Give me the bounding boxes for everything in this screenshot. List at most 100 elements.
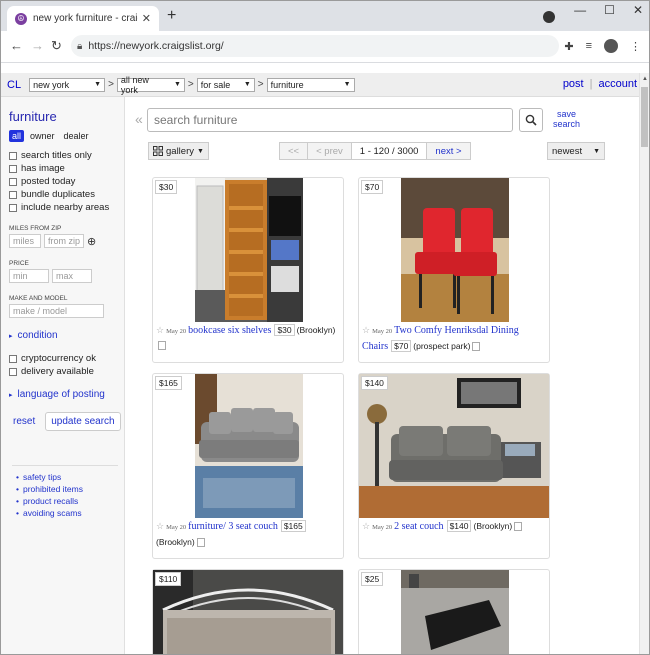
listing-card[interactable]: $70 ☆ May 20 Two Comfy Henriksdal Dining C… bbox=[358, 177, 550, 363]
profile-icon[interactable] bbox=[604, 39, 618, 53]
reload-icon[interactable]: ↻ bbox=[51, 39, 62, 53]
distance-row: miles from zip ⊕ bbox=[9, 234, 124, 248]
seller-owner[interactable]: owner bbox=[27, 130, 58, 142]
chevron-down-icon: ▼ bbox=[343, 81, 351, 88]
safety-tips-link[interactable]: safety tips bbox=[16, 471, 118, 483]
listing-title[interactable]: furniture/ 3 seat couch bbox=[188, 521, 278, 532]
scrollbar-thumb[interactable] bbox=[641, 87, 648, 147]
nearby-areas-checkbox[interactable]: include nearby areas bbox=[9, 202, 124, 213]
product-recalls-link[interactable]: product recalls bbox=[16, 495, 118, 507]
tab-search-icon[interactable] bbox=[543, 11, 555, 23]
favorite-star-icon[interactable]: ☆ bbox=[362, 325, 370, 335]
forward-icon[interactable]: → bbox=[31, 39, 44, 53]
save-search-button[interactable]: save search bbox=[553, 109, 580, 129]
extensions-icon[interactable]: ✚ bbox=[564, 40, 573, 53]
sort-select[interactable]: newest ▼ bbox=[547, 142, 605, 160]
hide-listing-icon[interactable] bbox=[472, 341, 481, 351]
search-titles-checkbox[interactable]: search titles only bbox=[9, 150, 124, 161]
scroll-up-icon[interactable]: ▲ bbox=[642, 76, 648, 82]
lock-icon[interactable]: 🔒︎ bbox=[77, 41, 82, 52]
section-select[interactable]: for sale ▼ bbox=[196, 77, 255, 92]
listing-card[interactable]: $140 ☆ May 20 2 seat couch $140 (Brooklyn) bbox=[358, 373, 550, 559]
bundle-duplicates-checkbox[interactable]: bundle duplicates bbox=[9, 189, 124, 200]
bookcase-photo bbox=[195, 178, 303, 322]
reset-button[interactable]: reset bbox=[13, 416, 35, 427]
page-scrollbar[interactable]: ▲ bbox=[639, 73, 649, 654]
listing-card[interactable]: $30 ☆ May 20 bookcase six shelves $30 (Brook… bbox=[152, 177, 344, 363]
listing-title[interactable]: bookcase six shelves bbox=[188, 325, 271, 336]
listing-photo[interactable] bbox=[153, 570, 343, 654]
hide-listing-icon[interactable] bbox=[158, 340, 166, 350]
condition-label: condition bbox=[17, 330, 58, 341]
has-image-checkbox[interactable]: has image bbox=[9, 163, 124, 174]
favorite-star-icon[interactable]: ☆ bbox=[362, 521, 370, 531]
checkbox-label: bundle duplicates bbox=[21, 189, 95, 200]
checkbox-box[interactable] bbox=[9, 164, 17, 173]
hide-listing-icon[interactable] bbox=[196, 537, 205, 547]
search-button[interactable] bbox=[519, 108, 543, 132]
min-price-input[interactable]: min bbox=[9, 269, 49, 283]
posted-today-checkbox[interactable]: posted today bbox=[9, 176, 124, 187]
miles-input[interactable]: miles bbox=[9, 234, 41, 248]
condition-toggle[interactable]: ▸ condition bbox=[9, 330, 124, 341]
caret-right-icon: ▸ bbox=[9, 332, 13, 340]
listing-photo[interactable] bbox=[401, 570, 509, 654]
make-model-input[interactable]: make / model bbox=[9, 304, 104, 318]
listing-photo[interactable] bbox=[359, 374, 549, 518]
crypto-checkbox[interactable]: cryptocurrency ok bbox=[9, 353, 124, 364]
url-text[interactable]: https://newyork.craigslist.org/ bbox=[88, 40, 223, 52]
prohibited-items-link[interactable]: prohibited items bbox=[16, 483, 118, 495]
checkbox-box[interactable] bbox=[9, 151, 17, 160]
favorite-star-icon[interactable]: ☆ bbox=[156, 521, 164, 531]
language-toggle[interactable]: ▸ language of posting bbox=[9, 389, 124, 400]
new-tab-button[interactable]: + bbox=[167, 8, 176, 24]
listing-card[interactable]: $165 ☆ May 20 furniture/ 3 seat couch $165(… bbox=[152, 373, 344, 559]
hide-listing-icon[interactable] bbox=[514, 521, 523, 531]
price-tag: $25 bbox=[361, 572, 384, 586]
area-select[interactable]: new york ▼ bbox=[29, 77, 106, 92]
close-window-icon[interactable]: ✕ bbox=[633, 3, 643, 17]
maximize-icon[interactable]: ☐ bbox=[604, 3, 615, 17]
search-input[interactable]: search furniture bbox=[147, 108, 513, 132]
listing-card[interactable]: $110 bbox=[152, 569, 344, 654]
post-link[interactable]: post bbox=[563, 78, 584, 90]
update-search-button[interactable]: update search bbox=[45, 412, 121, 431]
checkbox-box[interactable] bbox=[9, 203, 17, 212]
close-tab-icon[interactable]: ✕ bbox=[142, 12, 151, 25]
listing-title[interactable]: 2 seat couch bbox=[394, 521, 443, 532]
delivery-checkbox[interactable]: delivery available bbox=[9, 366, 124, 377]
prev-page-button[interactable]: < prev bbox=[308, 143, 352, 159]
avoiding-scams-link[interactable]: avoiding scams bbox=[16, 507, 118, 519]
seller-all[interactable]: all bbox=[9, 130, 25, 142]
listing-photo[interactable] bbox=[195, 178, 303, 322]
back-icon[interactable]: ← bbox=[10, 39, 23, 53]
seller-dealer[interactable]: dealer bbox=[61, 130, 92, 142]
couch-photo bbox=[195, 374, 303, 518]
locate-icon[interactable]: ⊕ bbox=[87, 235, 96, 248]
listing-card[interactable]: $25 bbox=[358, 569, 550, 654]
cl-logo[interactable]: CL bbox=[7, 79, 21, 91]
address-bar[interactable]: 🔒︎ https://newyork.craigslist.org/ bbox=[71, 35, 559, 57]
listing-photo[interactable] bbox=[195, 374, 303, 518]
zip-input[interactable]: from zip bbox=[44, 234, 84, 248]
account-link[interactable]: account bbox=[598, 78, 637, 90]
price-tag: $165 bbox=[155, 376, 182, 390]
first-page-button[interactable]: << bbox=[280, 143, 309, 159]
menu-icon[interactable]: ⋮ bbox=[630, 40, 641, 53]
favorite-star-icon[interactable]: ☆ bbox=[156, 325, 164, 335]
checkbox-box[interactable] bbox=[9, 177, 17, 186]
price-row: min max bbox=[9, 269, 124, 283]
reading-list-icon[interactable]: ≡ bbox=[586, 40, 592, 52]
next-page-button[interactable]: next > bbox=[427, 143, 470, 159]
listing-photo[interactable] bbox=[401, 178, 509, 322]
collapse-sidebar-icon[interactable]: « bbox=[135, 111, 143, 127]
subarea-select[interactable]: all new york ▼ bbox=[116, 75, 185, 95]
checkbox-box[interactable] bbox=[9, 354, 17, 363]
checkbox-box[interactable] bbox=[9, 190, 17, 199]
minimize-icon[interactable]: — bbox=[574, 3, 586, 17]
view-mode-select[interactable]: gallery ▼ bbox=[148, 142, 209, 160]
checkbox-box[interactable] bbox=[9, 367, 17, 376]
max-price-input[interactable]: max bbox=[52, 269, 92, 283]
browser-tab[interactable]: ☮ new york furniture - craigslist ✕ bbox=[7, 6, 159, 31]
category-select[interactable]: furniture ▼ bbox=[266, 77, 355, 92]
